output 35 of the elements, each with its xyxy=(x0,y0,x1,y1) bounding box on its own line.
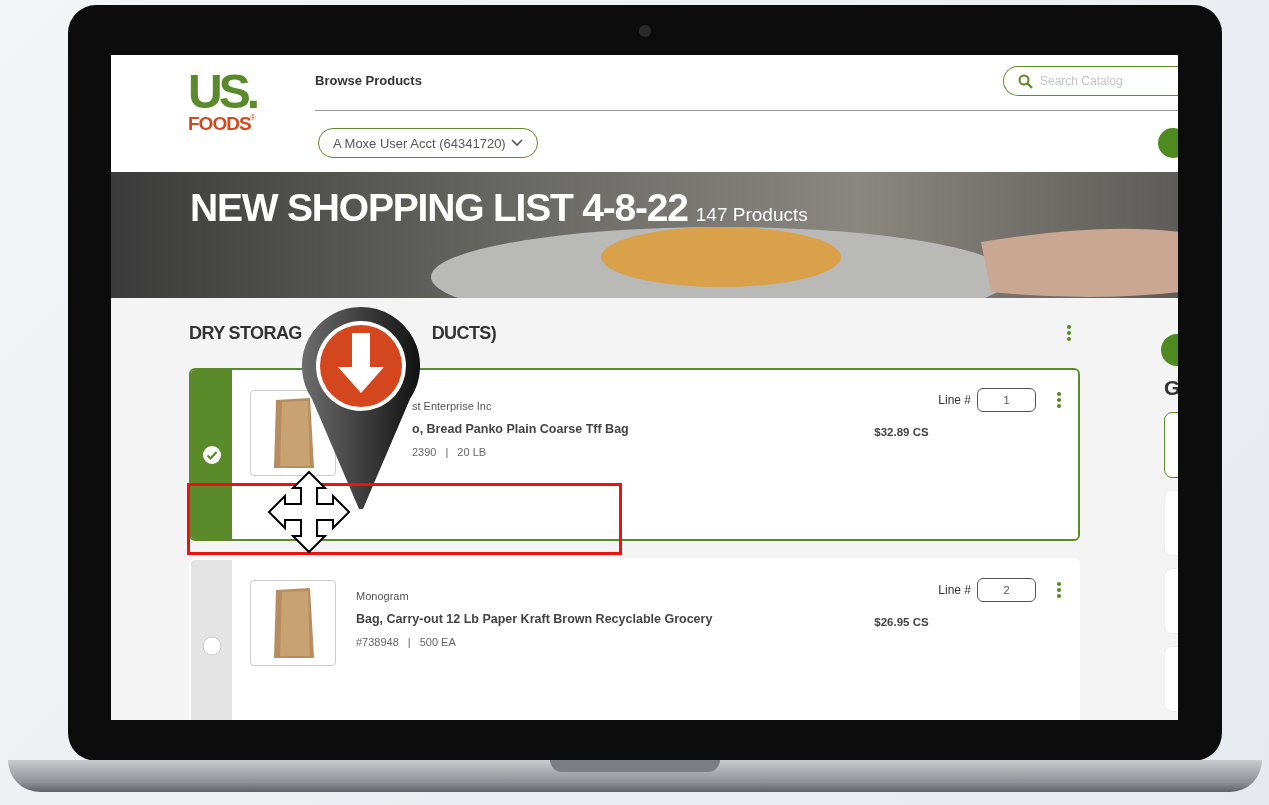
product-number: #738948 xyxy=(356,636,399,648)
line-number-field[interactable]: 1 xyxy=(977,388,1036,412)
search-field[interactable]: Search Catalog xyxy=(1003,66,1178,96)
logo-text[interactable]: US. xyxy=(188,70,256,114)
product-card[interactable]: Monogram Bag, Carry-out 12 Lb Paper Kraft Brown Recyclable Grocery #738948 | 500 EA $26.95 CS Line # 2 xyxy=(189,558,1080,720)
brand-name: st Enterprise Inc xyxy=(412,400,493,412)
product-name[interactable]: o, Bread Panko Plain Coarse Tff Bag xyxy=(412,422,875,436)
list-title: NEW SHOPPING LIST 4-8-22 xyxy=(190,186,688,230)
more-options-icon[interactable] xyxy=(1066,324,1072,342)
product-count: 147 Products xyxy=(695,204,808,226)
line-number-field[interactable]: 2 xyxy=(977,578,1036,602)
section-title: DUCTS) xyxy=(431,322,498,344)
chevron-down-icon xyxy=(510,139,523,147)
browse-products-link[interactable]: Browse Products xyxy=(315,73,422,88)
product-price: $26.95 CS xyxy=(874,616,930,628)
search-icon xyxy=(1018,74,1033,89)
separator: | xyxy=(407,636,411,648)
product-price: $32.89 CS xyxy=(874,426,930,438)
pack-size: 500 EA xyxy=(419,636,456,648)
logo-text[interactable]: FOODS xyxy=(188,114,251,134)
checked-icon[interactable] xyxy=(201,444,222,465)
radio-button[interactable] xyxy=(201,635,222,656)
brand-name: Monogram xyxy=(356,590,410,602)
pack-size: 20 LB xyxy=(457,446,487,458)
separator: | xyxy=(445,446,449,458)
line-number-label: Line # xyxy=(938,393,971,407)
product-name[interactable]: Bag, Carry-out 12 Lb Paper Kraft Brown Recyclable Grocery xyxy=(356,612,875,626)
more-options-icon[interactable] xyxy=(1056,391,1062,409)
product-number: 2390 xyxy=(412,446,437,458)
more-options-icon[interactable] xyxy=(1056,581,1062,599)
section-title: DRY STORAG xyxy=(189,322,302,344)
move-cursor-icon xyxy=(267,470,351,554)
account-selector[interactable]: A Moxe User Acct (64341720) xyxy=(318,128,538,158)
camera-icon xyxy=(639,25,651,37)
line-number-label: Line # xyxy=(938,583,971,597)
